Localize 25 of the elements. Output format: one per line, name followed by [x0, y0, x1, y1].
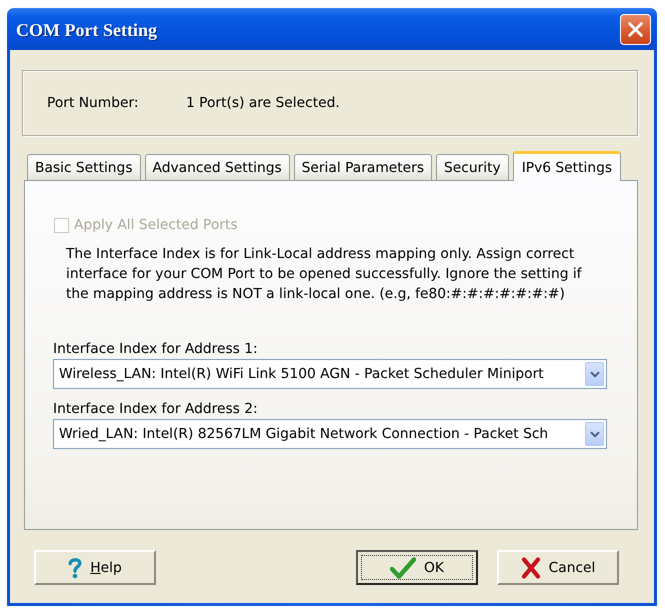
dropdown-button[interactable]	[585, 362, 604, 386]
port-number-value: 1 Port(s) are Selected.	[186, 95, 340, 111]
interface-label: Interface Index for Address 2:	[53, 400, 258, 419]
ok-button[interactable]: OK	[356, 550, 478, 585]
question-mark-icon	[68, 556, 82, 578]
cross-icon	[520, 556, 541, 578]
tab[interactable]: Basic Settings	[27, 154, 141, 180]
interface-dropdown[interactable]: Wireless_LAN: Intel(R) WiFi Link 5100 AGN - Packet Scheduler Miniport	[53, 359, 607, 389]
tab[interactable]: Serial Parameters	[294, 154, 432, 180]
interface-label: Interface Index for Address 1:	[53, 340, 258, 359]
info-text: The Interface Index is for Link-Local address mapping only. Assign correct interface for your COM Port to be opened successfully. Ignore the setting if the mapping address is NOT a link-local one. (e.g, fe80:#:#:#:#:#:#:#)	[66, 245, 583, 304]
dropdown-button[interactable]	[585, 422, 604, 446]
tab[interactable]: IPv6 Settings	[512, 151, 622, 181]
chevron-down-icon	[590, 430, 600, 438]
tab[interactable]: Advanced Settings	[144, 154, 290, 180]
checkmark-icon	[390, 556, 416, 578]
help-button[interactable]: Help	[34, 550, 156, 585]
interface-dropdown[interactable]: Wried_LAN: Intel(R) 82567LM Gigabit Network Connection - Packet Sch	[53, 419, 607, 449]
port-number-label: Port Number:	[47, 95, 140, 111]
window-title: COM Port Setting	[16, 20, 157, 41]
chevron-down-icon	[590, 370, 600, 378]
close-button[interactable]	[620, 14, 651, 44]
close-icon	[628, 22, 643, 36]
cancel-button[interactable]: Cancel	[497, 550, 619, 585]
tab[interactable]: Security	[436, 154, 509, 180]
